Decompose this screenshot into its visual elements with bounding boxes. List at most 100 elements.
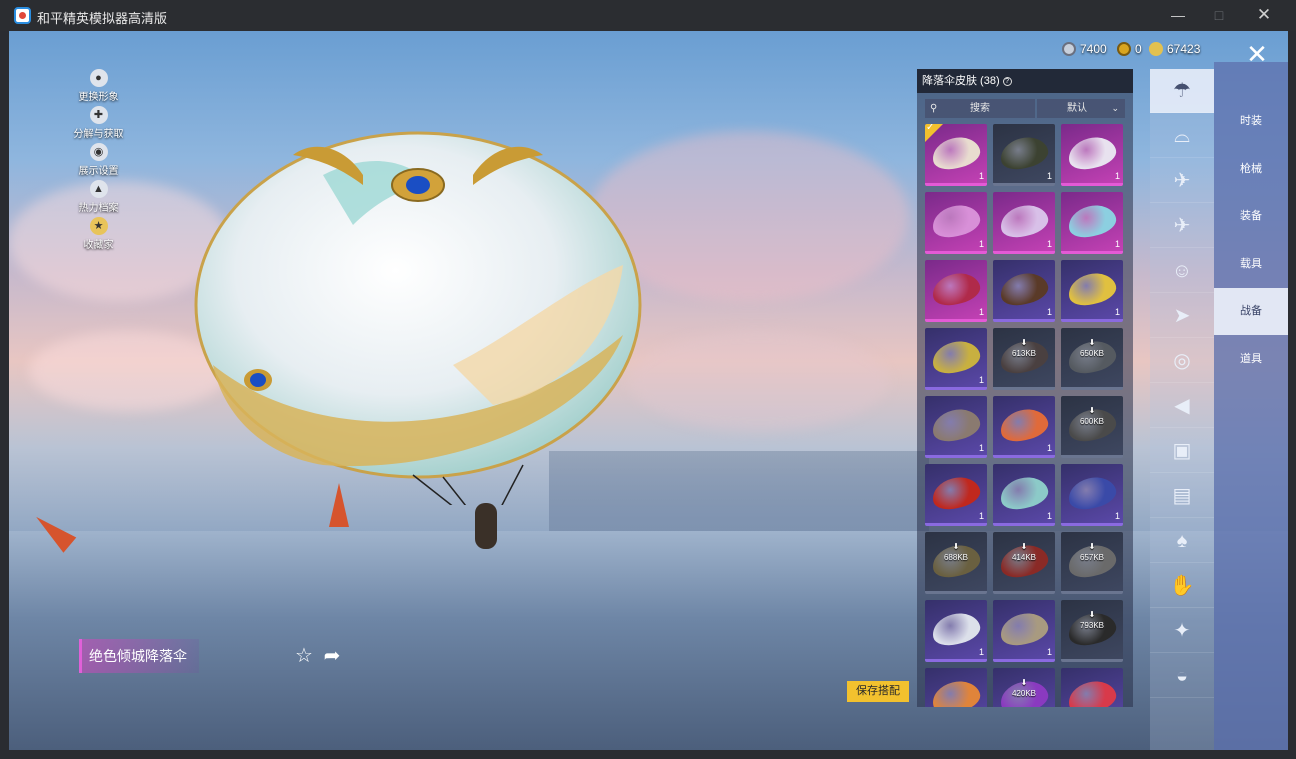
- parachute-thumbnail: [997, 472, 1051, 514]
- player-figure: [475, 503, 497, 549]
- help-icon[interactable]: ?: [1002, 77, 1012, 86]
- wand-icon[interactable]: ✦: [1150, 609, 1214, 653]
- plane-icon[interactable]: ✈: [1150, 204, 1214, 248]
- skin-item[interactable]: ⬇ 793KB: [1061, 600, 1123, 662]
- search-icon: ⚲: [930, 103, 938, 114]
- skin-item[interactable]: 1: [993, 260, 1055, 322]
- skin-item[interactable]: 1: [925, 260, 987, 322]
- item-count: 1: [1114, 239, 1120, 249]
- close-icon[interactable]: ✕: [1250, 4, 1278, 26]
- collector-button[interactable]: ★ 收藏家: [71, 217, 126, 253]
- parachute-thumbnail: [997, 200, 1051, 242]
- share-icon[interactable]: ➦: [320, 645, 344, 667]
- maximize-icon[interactable]: □: [1205, 4, 1233, 26]
- minimize-icon[interactable]: —: [1164, 4, 1192, 26]
- skin-item[interactable]: [1061, 668, 1123, 707]
- app-icon: [14, 7, 31, 24]
- skin-item[interactable]: ⬇ 613KB: [993, 328, 1055, 390]
- parachute-thumbnail: [1065, 132, 1119, 174]
- skin-item[interactable]: 1: [993, 600, 1055, 662]
- skin-item[interactable]: 1: [993, 464, 1055, 526]
- skin-item[interactable]: 1: [925, 464, 987, 526]
- search-input[interactable]: ⚲ 搜索: [925, 99, 1035, 118]
- star-plus-icon[interactable]: ☆: [292, 645, 316, 667]
- category-tab[interactable]: 时装: [1214, 98, 1288, 145]
- download-icon: ⬇: [1020, 338, 1028, 347]
- sort-dropdown[interactable]: 默认 ⌄: [1037, 99, 1125, 118]
- download-size: 600KB: [1079, 417, 1105, 426]
- category-tab[interactable]: 装备: [1214, 193, 1288, 240]
- decompose-button[interactable]: ✚ 分解与获取: [71, 106, 126, 142]
- parachute-icon[interactable]: ☂: [1150, 69, 1214, 113]
- hand-icon[interactable]: ✋: [1150, 564, 1214, 608]
- chat-icon[interactable]: ▣: [1150, 429, 1214, 473]
- spray-icon[interactable]: ♠: [1150, 519, 1214, 563]
- item-count: 1: [1046, 443, 1052, 453]
- skin-item[interactable]: 1: [993, 124, 1055, 186]
- skin-item[interactable]: [925, 668, 987, 707]
- skin-item[interactable]: 1: [1061, 192, 1123, 254]
- skin-item[interactable]: ⬇ 414KB: [993, 532, 1055, 594]
- skin-item[interactable]: ⬇ 650KB: [1061, 328, 1123, 390]
- skin-item[interactable]: 1: [993, 396, 1055, 458]
- title-bar: 和平精英模拟器高清版 — □ ✕: [0, 0, 1296, 31]
- parachute-thumbnail: [1065, 268, 1119, 310]
- category-column: 时装 枪械 装备 载具 战备 道具: [1214, 62, 1288, 750]
- category-tab[interactable]: 道具: [1214, 336, 1288, 383]
- parachute-thumbnail: [1065, 200, 1119, 242]
- jet-icon[interactable]: ➤: [1150, 294, 1214, 338]
- person-icon: ●: [89, 69, 108, 87]
- save-outfit-button[interactable]: 保存搭配: [847, 681, 909, 702]
- emote-icon[interactable]: ☺: [1150, 249, 1214, 293]
- item-count: 1: [1114, 307, 1120, 317]
- download-size: 414KB: [1011, 553, 1037, 562]
- download-size: 650KB: [1079, 349, 1105, 358]
- blue-gem: [250, 373, 266, 387]
- skin-item[interactable]: 1: [925, 396, 987, 458]
- item-count: 1: [1046, 239, 1052, 249]
- item-count: 1: [1114, 171, 1120, 181]
- eye-icon: ◉: [89, 143, 108, 161]
- parachute-thumbnail: [997, 404, 1051, 446]
- parachute-preview[interactable]: [193, 115, 643, 505]
- skin-item[interactable]: 1: [925, 328, 987, 390]
- currency-silver: 7400: [1062, 39, 1107, 59]
- category-tab[interactable]: 战备: [1214, 288, 1288, 335]
- category-tab[interactable]: 枪械: [1214, 146, 1288, 193]
- skin-item[interactable]: 1: [1061, 260, 1123, 322]
- speaker-icon[interactable]: ◀: [1150, 384, 1214, 428]
- parachute-thumbnail: [929, 200, 983, 242]
- skin-item[interactable]: ⬇ 657KB: [1061, 532, 1123, 594]
- pet-icon[interactable]: ◎: [1150, 339, 1214, 383]
- parachute-thumbnail: [1065, 676, 1119, 707]
- heat-archive-button[interactable]: ▲ 热力档案: [71, 180, 126, 216]
- skin-item[interactable]: 1: [925, 192, 987, 254]
- parachute-skin-panel: 降落伞皮肤 (38)? ⚲ 搜索 默认 ⌄ 1 ✓ 1 1 1 1 1 1 1 1 1 ⬇ 613KB ⬇…: [917, 69, 1133, 707]
- skin-item[interactable]: 1 ✓: [925, 124, 987, 186]
- skin-item[interactable]: ⬇ 600KB: [1061, 396, 1123, 458]
- display-settings-button[interactable]: ◉ 展示设置: [71, 143, 126, 179]
- flame-icon: ▲: [89, 180, 108, 198]
- ufo-icon[interactable]: ◒: [1150, 654, 1214, 698]
- skin-item[interactable]: 1: [925, 600, 987, 662]
- cloud: [629, 331, 889, 431]
- glider-icon[interactable]: ⌓: [1150, 114, 1214, 158]
- game-viewport: ● 更换形象 ✚ 分解与获取 ◉ 展示设置 ▲ 热力档案 ★ 收藏家 7400 …: [9, 31, 1288, 750]
- download-size: 657KB: [1079, 553, 1105, 562]
- parachute-thumbnail: [997, 608, 1051, 650]
- parachute-thumbnail: [997, 268, 1051, 310]
- skin-item[interactable]: 1: [1061, 464, 1123, 526]
- drone-icon[interactable]: ✈: [1150, 159, 1214, 203]
- currency-coupon: 67423: [1149, 39, 1200, 59]
- photo-icon[interactable]: ▤: [1150, 474, 1214, 518]
- skin-item[interactable]: ⬇ 420KB: [993, 668, 1055, 707]
- puzzle-icon: ✚: [89, 106, 108, 124]
- skin-item[interactable]: 1: [993, 192, 1055, 254]
- skin-item[interactable]: ⬇ 688KB: [925, 532, 987, 594]
- category-tab[interactable]: 载具: [1214, 241, 1288, 288]
- gold-token-icon: [1117, 42, 1131, 56]
- change-avatar-button[interactable]: ● 更换形象: [71, 69, 126, 105]
- currency-gold: 0: [1117, 39, 1142, 59]
- parachute-thumbnail: [929, 676, 983, 707]
- skin-item[interactable]: 1: [1061, 124, 1123, 186]
